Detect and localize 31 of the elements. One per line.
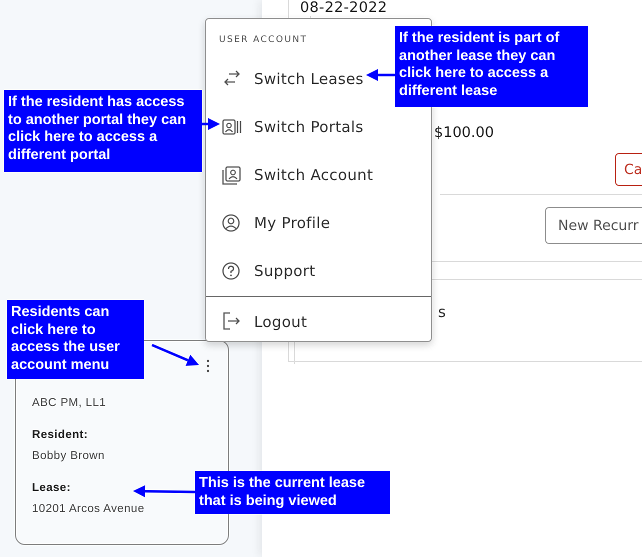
person-circle-icon	[222, 214, 242, 232]
pointer-arrow	[366, 69, 395, 81]
lease-address: 10201 Arcos Avenue	[32, 503, 144, 515]
cancel-button[interactable]: Ca	[615, 153, 642, 186]
pointer-arrow	[152, 344, 199, 366]
annotation-callout: If the resident has access to another portal they can click here to access a different portal	[4, 90, 202, 172]
id-card-icon	[222, 118, 242, 136]
menu-item[interactable]: Support	[206, 247, 318, 295]
date-text: 08-22-2022	[300, 0, 388, 16]
annotation-callout: Residents can click here to access the user account menu	[7, 300, 144, 379]
question-icon	[222, 262, 242, 280]
pointer-arrow	[202, 118, 220, 130]
menu-item[interactable]: Switch Leases	[206, 55, 366, 103]
new-recurring-button[interactable]: New Recurr	[545, 207, 642, 244]
menu-item[interactable]: My Profile	[206, 199, 332, 247]
pointer-arrow	[133, 485, 196, 498]
annotation-callout: This is the current lease that is being viewed	[195, 471, 390, 514]
field-label: Resident:	[32, 429, 88, 441]
account-stack-icon	[222, 166, 242, 184]
annotation-callout: If the resident is part of another lease they can click here to access a different lease	[395, 26, 588, 107]
more-icon[interactable]	[206, 359, 210, 373]
amount-text: $100.00	[434, 125, 494, 141]
menu-item[interactable]: Switch Portals	[206, 103, 366, 151]
logout-icon	[222, 312, 242, 331]
menu-item[interactable]: Switch Account	[206, 151, 376, 199]
field-label: Lease:	[32, 482, 71, 494]
section-title: s	[438, 303, 446, 321]
menu-item[interactable]: Logout	[206, 297, 310, 346]
menu-header: USER ACCOUNT	[219, 35, 308, 45]
company-name: ABC PM, LL1	[32, 397, 106, 409]
resident-name: Bobby Brown	[32, 450, 105, 462]
